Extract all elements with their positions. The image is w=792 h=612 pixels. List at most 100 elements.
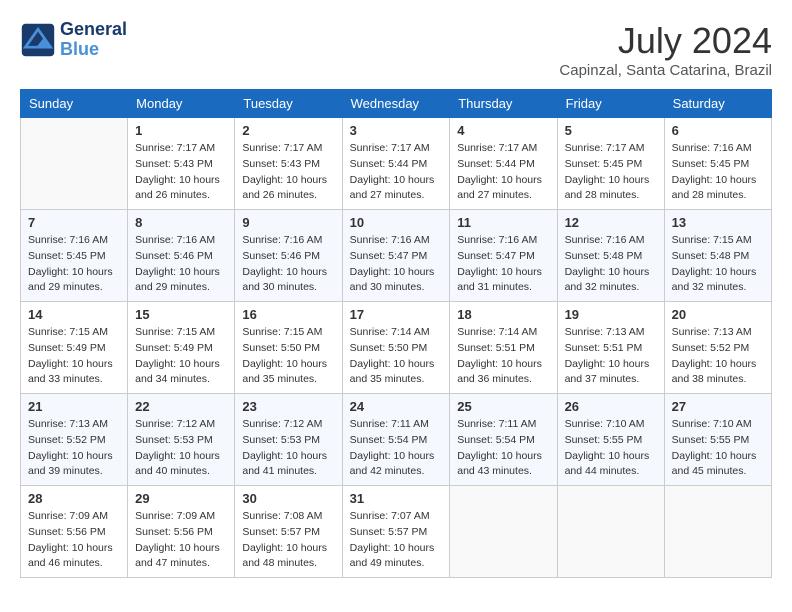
calendar-cell: 8 Sunrise: 7:16 AMSunset: 5:46 PMDaylight… [128,210,235,302]
day-info: Sunrise: 7:16 AMSunset: 5:46 PMDaylight:… [242,233,334,296]
day-info: Sunrise: 7:16 AMSunset: 5:47 PMDaylight:… [457,233,549,296]
day-info: Sunrise: 7:15 AMSunset: 5:50 PMDaylight:… [242,325,334,388]
day-number: 9 [242,215,334,230]
calendar-cell: 7 Sunrise: 7:16 AMSunset: 5:45 PMDaylight… [21,210,128,302]
day-info: Sunrise: 7:11 AMSunset: 5:54 PMDaylight:… [350,417,443,480]
day-number: 3 [350,123,443,138]
calendar-cell: 11 Sunrise: 7:16 AMSunset: 5:47 PMDayligh… [450,210,557,302]
calendar-header-sunday: Sunday [21,90,128,118]
day-info: Sunrise: 7:17 AMSunset: 5:44 PMDaylight:… [350,141,443,204]
calendar-cell: 28 Sunrise: 7:09 AMSunset: 5:56 PMDayligh… [21,486,128,578]
logo: General Blue [20,20,127,60]
day-number: 28 [28,491,120,506]
calendar-cell: 2 Sunrise: 7:17 AMSunset: 5:43 PMDaylight… [235,118,342,210]
day-number: 1 [135,123,227,138]
calendar-header-wednesday: Wednesday [342,90,450,118]
calendar-table: SundayMondayTuesdayWednesdayThursdayFrid… [20,89,772,578]
day-info: Sunrise: 7:15 AMSunset: 5:49 PMDaylight:… [28,325,120,388]
day-number: 16 [242,307,334,322]
day-info: Sunrise: 7:17 AMSunset: 5:45 PMDaylight:… [565,141,657,204]
calendar-cell [450,486,557,578]
day-info: Sunrise: 7:12 AMSunset: 5:53 PMDaylight:… [135,417,227,480]
day-number: 2 [242,123,334,138]
day-number: 6 [672,123,764,138]
day-info: Sunrise: 7:16 AMSunset: 5:48 PMDaylight:… [565,233,657,296]
day-number: 5 [565,123,657,138]
day-number: 31 [350,491,443,506]
calendar-cell: 14Sunrise: 7:15 AMSunset: 5:49 PMDayligh… [21,302,128,394]
day-number: 17 [350,307,443,322]
day-number: 15 [135,307,227,322]
calendar-cell: 13Sunrise: 7:15 AMSunset: 5:48 PMDayligh… [664,210,771,302]
location: Capinzal, Santa Catarina, Brazil [559,62,772,79]
calendar-cell: 25Sunrise: 7:11 AMSunset: 5:54 PMDayligh… [450,394,557,486]
day-number: 4 [457,123,549,138]
day-info: Sunrise: 7:15 AMSunset: 5:49 PMDaylight:… [135,325,227,388]
calendar-cell: 31 Sunrise: 7:07 AMSunset: 5:57 PMDayligh… [342,486,450,578]
calendar-cell: 30 Sunrise: 7:08 AMSunset: 5:57 PMDayligh… [235,486,342,578]
calendar-cell: 29Sunrise: 7:09 AMSunset: 5:56 PMDayligh… [128,486,235,578]
day-info: Sunrise: 7:16 AMSunset: 5:47 PMDaylight:… [350,233,443,296]
calendar-cell: 22 Sunrise: 7:12 AMSunset: 5:53 PMDayligh… [128,394,235,486]
calendar-cell: 3 Sunrise: 7:17 AMSunset: 5:44 PMDaylight… [342,118,450,210]
calendar-week-row: 28 Sunrise: 7:09 AMSunset: 5:56 PMDayligh… [21,486,772,578]
day-info: Sunrise: 7:13 AMSunset: 5:51 PMDaylight:… [565,325,657,388]
day-info: Sunrise: 7:10 AMSunset: 5:55 PMDaylight:… [672,417,764,480]
day-info: Sunrise: 7:07 AMSunset: 5:57 PMDaylight:… [350,509,443,572]
calendar-week-row: 7 Sunrise: 7:16 AMSunset: 5:45 PMDaylight… [21,210,772,302]
calendar-cell: 4 Sunrise: 7:17 AMSunset: 5:44 PMDaylight… [450,118,557,210]
day-number: 30 [242,491,334,506]
day-info: Sunrise: 7:13 AMSunset: 5:52 PMDaylight:… [28,417,120,480]
logo-text-line1: General [60,20,127,40]
day-number: 7 [28,215,120,230]
day-info: Sunrise: 7:17 AMSunset: 5:44 PMDaylight:… [457,141,549,204]
day-number: 19 [565,307,657,322]
day-number: 29 [135,491,227,506]
day-number: 21 [28,399,120,414]
calendar-cell: 1Sunrise: 7:17 AMSunset: 5:43 PMDaylight… [128,118,235,210]
day-info: Sunrise: 7:08 AMSunset: 5:57 PMDaylight:… [242,509,334,572]
day-number: 23 [242,399,334,414]
calendar-week-row: 1 Sunrise: 7:17 AMSunset: 5:43 PMDaylight… [21,118,772,210]
day-info: Sunrise: 7:16 AMSunset: 5:45 PMDaylight:… [28,233,120,296]
day-number: 18 [457,307,549,322]
calendar-cell: 16 Sunrise: 7:15 AMSunset: 5:50 PMDayligh… [235,302,342,394]
calendar-week-row: 21 Sunrise: 7:13 AMSunset: 5:52 PMDayligh… [21,394,772,486]
calendar-cell: 24Sunrise: 7:11 AMSunset: 5:54 PMDayligh… [342,394,450,486]
calendar-header-tuesday: Tuesday [235,90,342,118]
calendar-cell: 12 Sunrise: 7:16 AMSunset: 5:48 PMDayligh… [557,210,664,302]
day-number: 25 [457,399,549,414]
day-number: 12 [565,215,657,230]
calendar-header-row: SundayMondayTuesdayWednesdayThursdayFrid… [21,90,772,118]
calendar-cell: 6Sunrise: 7:16 AMSunset: 5:45 PMDaylight… [664,118,771,210]
day-number: 22 [135,399,227,414]
calendar-cell: 9 Sunrise: 7:16 AMSunset: 5:46 PMDaylight… [235,210,342,302]
day-info: Sunrise: 7:12 AMSunset: 5:53 PMDaylight:… [242,417,334,480]
calendar-header-monday: Monday [128,90,235,118]
title-block: July 2024 Capinzal, Santa Catarina, Braz… [559,20,772,79]
day-number: 11 [457,215,549,230]
calendar-cell: 15 Sunrise: 7:15 AMSunset: 5:49 PMDayligh… [128,302,235,394]
calendar-week-row: 14Sunrise: 7:15 AMSunset: 5:49 PMDayligh… [21,302,772,394]
calendar-cell [21,118,128,210]
day-number: 8 [135,215,227,230]
calendar-cell: 10 Sunrise: 7:16 AMSunset: 5:47 PMDayligh… [342,210,450,302]
logo-icon [20,22,56,58]
day-info: Sunrise: 7:17 AMSunset: 5:43 PMDaylight:… [242,141,334,204]
calendar-cell: 5 Sunrise: 7:17 AMSunset: 5:45 PMDaylight… [557,118,664,210]
calendar-cell: 21 Sunrise: 7:13 AMSunset: 5:52 PMDayligh… [21,394,128,486]
calendar-cell: 17Sunrise: 7:14 AMSunset: 5:50 PMDayligh… [342,302,450,394]
calendar-cell [664,486,771,578]
month-year: July 2024 [559,20,772,62]
day-number: 27 [672,399,764,414]
calendar-cell: 26Sunrise: 7:10 AMSunset: 5:55 PMDayligh… [557,394,664,486]
calendar-cell: 20Sunrise: 7:13 AMSunset: 5:52 PMDayligh… [664,302,771,394]
calendar-cell [557,486,664,578]
day-info: Sunrise: 7:16 AMSunset: 5:46 PMDaylight:… [135,233,227,296]
calendar-header-friday: Friday [557,90,664,118]
calendar-cell: 18Sunrise: 7:14 AMSunset: 5:51 PMDayligh… [450,302,557,394]
calendar-header-thursday: Thursday [450,90,557,118]
day-info: Sunrise: 7:15 AMSunset: 5:48 PMDaylight:… [672,233,764,296]
day-number: 10 [350,215,443,230]
day-info: Sunrise: 7:09 AMSunset: 5:56 PMDaylight:… [28,509,120,572]
